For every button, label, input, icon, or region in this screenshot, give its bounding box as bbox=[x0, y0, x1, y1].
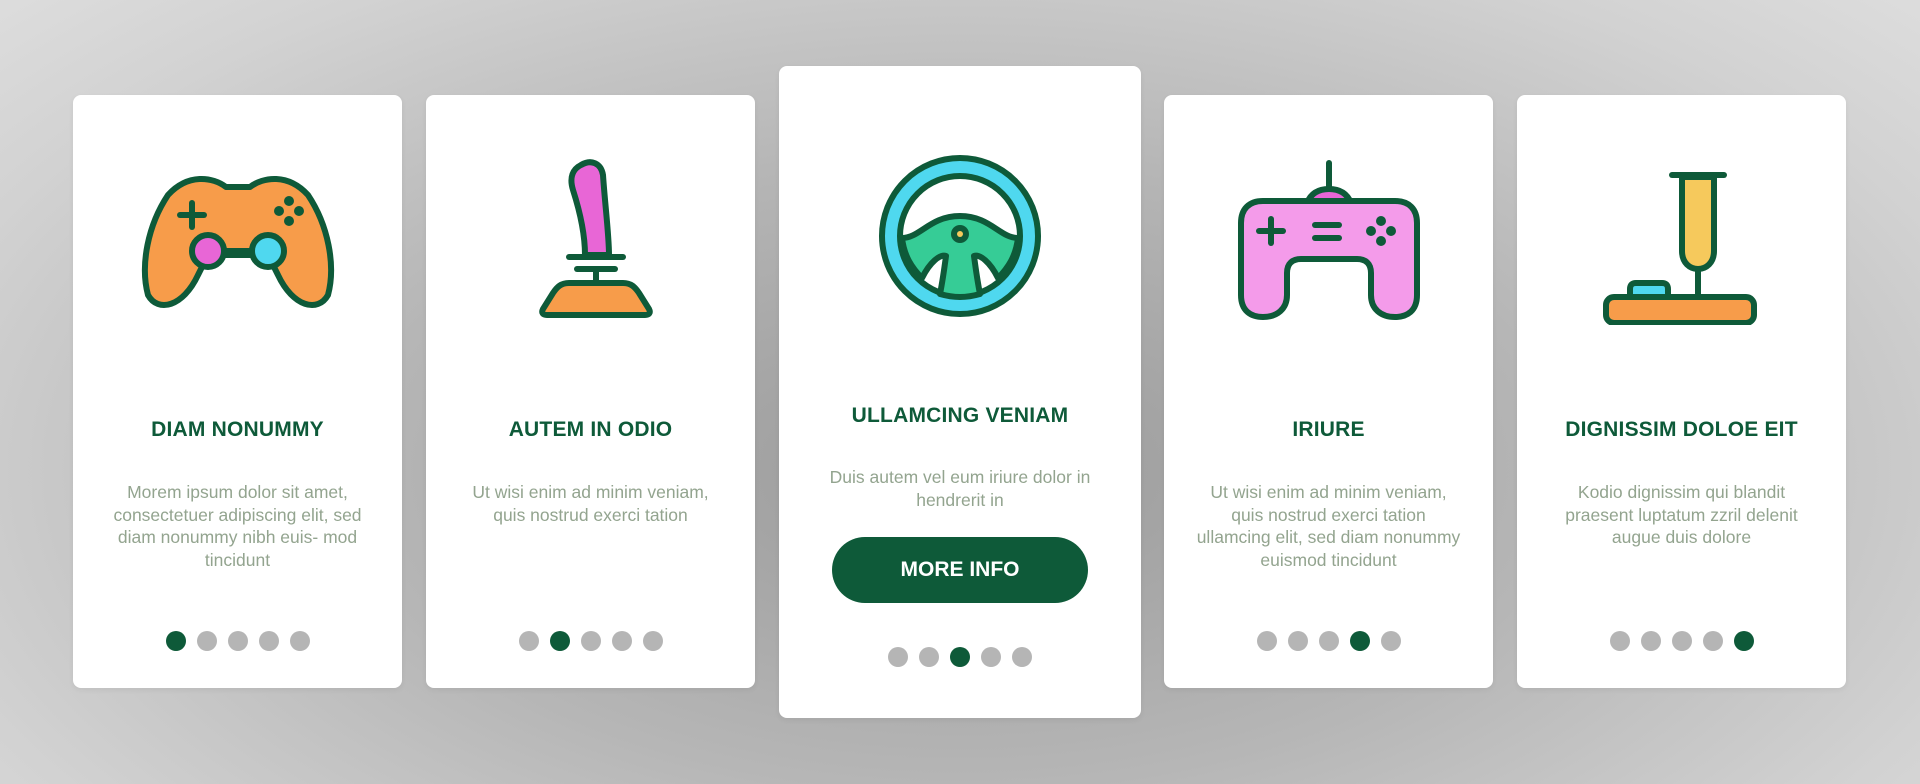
pagination-dots bbox=[73, 631, 402, 651]
pagination-dots bbox=[1517, 631, 1846, 651]
pagination-dots bbox=[1164, 631, 1493, 651]
page-dot-4[interactable] bbox=[1702, 631, 1723, 651]
onboarding-card-1: DIAM NONUMMY Morem ipsum dolor sit amet,… bbox=[73, 95, 402, 688]
card-title: DIGNISSIM DOLOE EIT bbox=[1565, 418, 1798, 441]
page-dot-2[interactable] bbox=[549, 631, 570, 651]
onboarding-card-2: AUTEM IN ODIO Ut wisi enim ad minim veni… bbox=[426, 95, 755, 688]
card-description: Ut wisi enim ad minim veniam, quis nostr… bbox=[1196, 482, 1461, 570]
card-description: Ut wisi enim ad minim veniam, quis nostr… bbox=[472, 482, 709, 525]
page-dot-1[interactable] bbox=[1609, 631, 1630, 651]
page-dot-5[interactable] bbox=[642, 631, 663, 651]
arcade-joystick-icon bbox=[1602, 172, 1757, 325]
page-dot-3[interactable] bbox=[950, 647, 970, 667]
onboarding-card-4: IRIURE Ut wisi enim ad minim veniam, qui… bbox=[1164, 95, 1493, 688]
page-dot-1[interactable] bbox=[888, 647, 908, 667]
page-dot-3[interactable] bbox=[1671, 631, 1692, 651]
page-dot-3[interactable] bbox=[1318, 631, 1339, 651]
page-dot-2[interactable] bbox=[196, 631, 217, 651]
card-description: Duis autem vel eum iriure dolor in hendr… bbox=[829, 467, 1091, 510]
page-dot-5[interactable] bbox=[1733, 631, 1754, 651]
page-dot-2[interactable] bbox=[1640, 631, 1661, 651]
page-dot-5[interactable] bbox=[289, 631, 310, 651]
card-title: AUTEM IN ODIO bbox=[508, 418, 673, 441]
page-dot-3[interactable] bbox=[580, 631, 601, 651]
page-dot-2[interactable] bbox=[1287, 631, 1308, 651]
card-description: Kodio dignissim qui blandit praesent lup… bbox=[1565, 482, 1798, 547]
page-dot-1[interactable] bbox=[1256, 631, 1277, 651]
onboarding-card-3: ULLAMCING VENIAM Duis autem vel eum iriu… bbox=[779, 66, 1141, 718]
page-dot-3[interactable] bbox=[227, 631, 248, 651]
card-title: ULLAMCING VENIAM bbox=[851, 404, 1069, 427]
gamepad-icon bbox=[141, 175, 334, 308]
card-description: Morem ipsum dolor sit amet, consectetuer… bbox=[113, 482, 362, 570]
onboarding-card-5: DIGNISSIM DOLOE EIT Kodio dignissim qui … bbox=[1517, 95, 1846, 688]
card-title: IRIURE bbox=[1292, 418, 1365, 441]
pagination-dots bbox=[779, 647, 1141, 667]
joystick-lever-icon bbox=[538, 159, 653, 318]
page-dot-4[interactable] bbox=[1349, 631, 1370, 651]
steering-wheel-icon bbox=[879, 155, 1041, 317]
page-dot-4[interactable] bbox=[258, 631, 279, 651]
wired-gamepad-icon bbox=[1237, 160, 1420, 320]
page-dot-5[interactable] bbox=[1012, 647, 1032, 667]
card-title: DIAM NONUMMY bbox=[151, 418, 324, 441]
pagination-dots bbox=[426, 631, 755, 651]
page-dot-5[interactable] bbox=[1380, 631, 1401, 651]
page-dot-2[interactable] bbox=[919, 647, 939, 667]
page-dot-4[interactable] bbox=[611, 631, 632, 651]
page-dot-4[interactable] bbox=[981, 647, 1001, 667]
page-dot-1[interactable] bbox=[165, 631, 186, 651]
page-dot-1[interactable] bbox=[518, 631, 539, 651]
more-info-button[interactable]: MORE INFO bbox=[832, 537, 1088, 603]
